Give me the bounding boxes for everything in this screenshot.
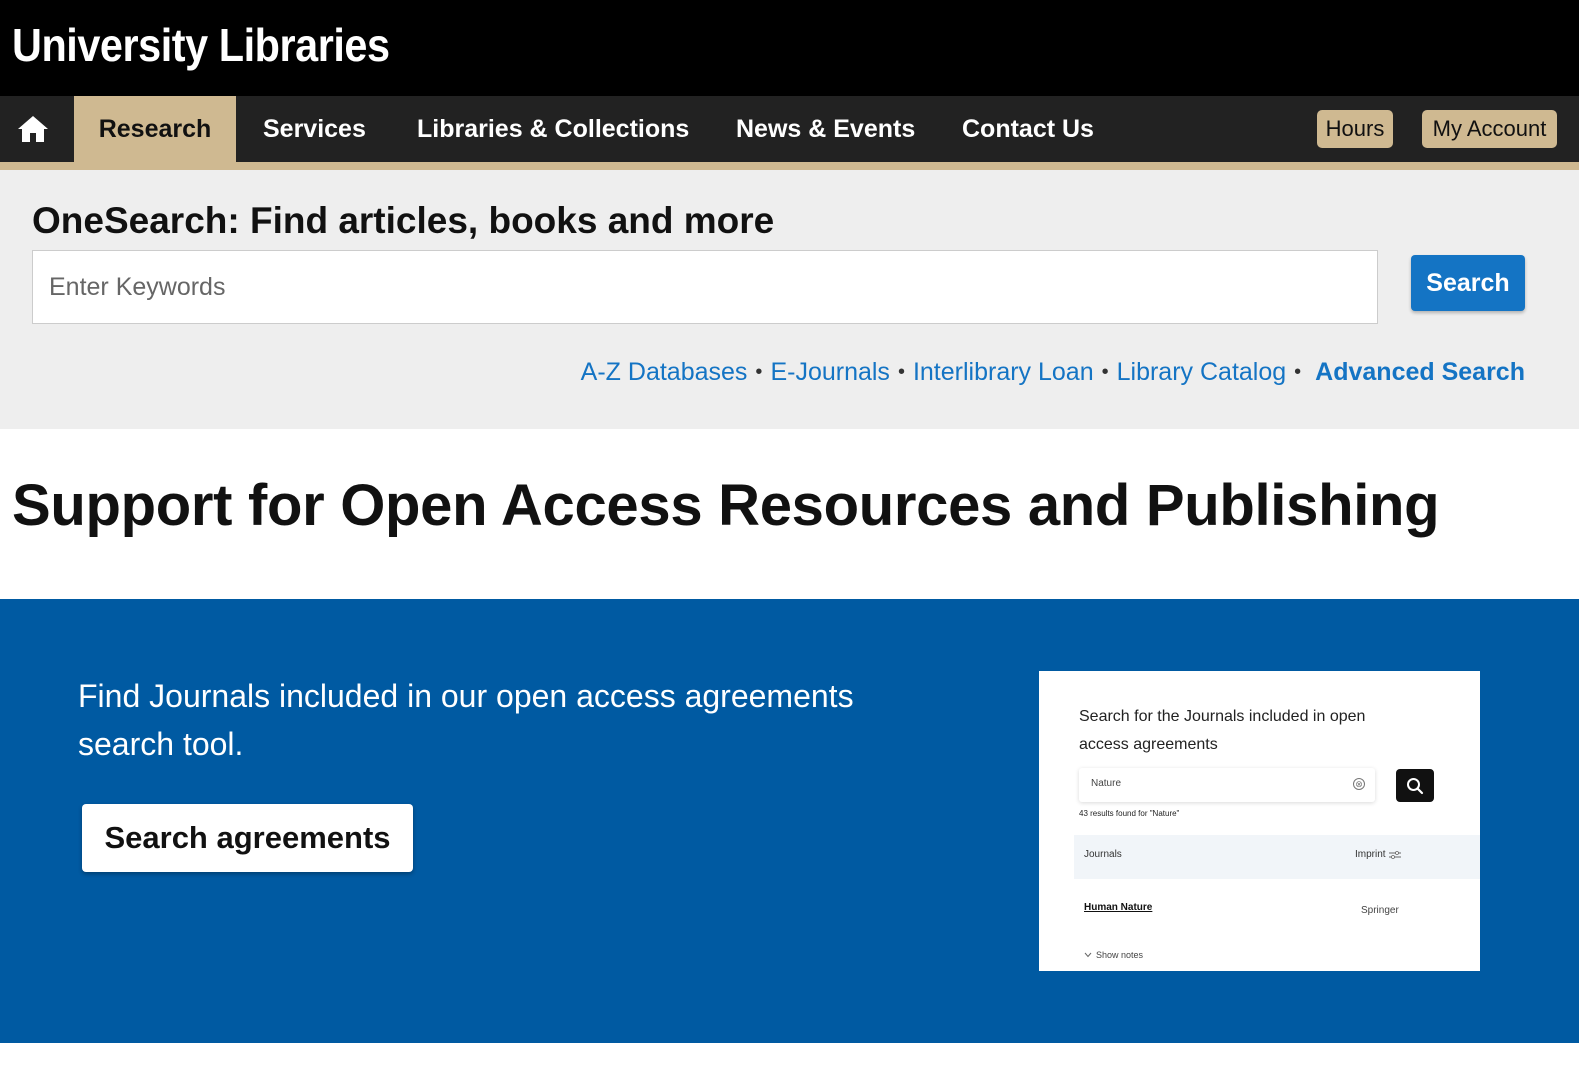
link-library-catalog[interactable]: Library Catalog xyxy=(1117,358,1287,387)
preview-row-imprint: Springer xyxy=(1361,905,1399,916)
nav-contact-us[interactable]: Contact Us xyxy=(962,96,1094,162)
feature-description: Find Journals included in our open acces… xyxy=(78,678,854,762)
preview-search-value: Nature xyxy=(1091,778,1122,789)
hours-button[interactable]: Hours xyxy=(1317,110,1393,148)
sort-icon xyxy=(1388,850,1401,859)
agreements-preview-image[interactable]: Search for the Journals included in open… xyxy=(1039,671,1480,971)
clear-icon: ⊗ xyxy=(1353,778,1365,790)
nav-services[interactable]: Services xyxy=(263,96,366,162)
preview-col-imprint: Imprint xyxy=(1355,849,1401,860)
search-heading: OneSearch: Find articles, books and more xyxy=(32,200,775,241)
preview-search-field: Nature ⊗ xyxy=(1079,768,1375,802)
preview-show-notes: Show notes xyxy=(1084,950,1143,960)
preview-title: Search for the Journals included in open… xyxy=(1079,708,1366,753)
link-separator: • xyxy=(755,361,763,383)
preview-row-journal: Human Nature xyxy=(1084,902,1153,913)
link-advanced-search[interactable]: Advanced Search xyxy=(1315,358,1525,387)
link-separator: • xyxy=(1294,361,1302,383)
link-az-databases[interactable]: A-Z Databases xyxy=(581,358,748,387)
my-account-button[interactable]: My Account xyxy=(1422,110,1557,148)
search-icon xyxy=(1407,777,1424,794)
link-interlibrary-loan[interactable]: Interlibrary Loan xyxy=(913,358,1094,387)
nav-news-events[interactable]: News & Events xyxy=(736,96,915,162)
chevron-down-icon xyxy=(1084,952,1092,958)
search-agreements-button[interactable]: Search agreements xyxy=(82,804,413,872)
link-separator: • xyxy=(1101,361,1109,383)
home-button[interactable] xyxy=(0,96,66,162)
link-separator: • xyxy=(897,361,905,383)
search-button[interactable]: Search xyxy=(1411,255,1525,311)
nav-research[interactable]: Research xyxy=(74,96,236,162)
link-e-journals[interactable]: E-Journals xyxy=(770,358,890,387)
preview-results-count: 43 results found for "Nature" xyxy=(1079,809,1180,818)
preview-show-notes-label: Show notes xyxy=(1096,950,1144,960)
preview-search-button xyxy=(1396,769,1434,802)
site-title[interactable]: University Libraries xyxy=(12,18,390,72)
preview-table-header xyxy=(1074,835,1480,879)
nav-libraries-collections[interactable]: Libraries & Collections xyxy=(417,96,689,162)
nav-accent-line xyxy=(0,162,1579,170)
quick-links: A-Z Databases • E-Journals • Interlibrar… xyxy=(581,358,1525,387)
home-icon xyxy=(18,116,48,142)
search-input[interactable] xyxy=(32,250,1378,324)
page-title: Support for Open Access Resources and Pu… xyxy=(12,473,1440,538)
preview-col-journals: Journals xyxy=(1084,849,1122,860)
preview-col-imprint-label: Imprint xyxy=(1355,849,1386,860)
